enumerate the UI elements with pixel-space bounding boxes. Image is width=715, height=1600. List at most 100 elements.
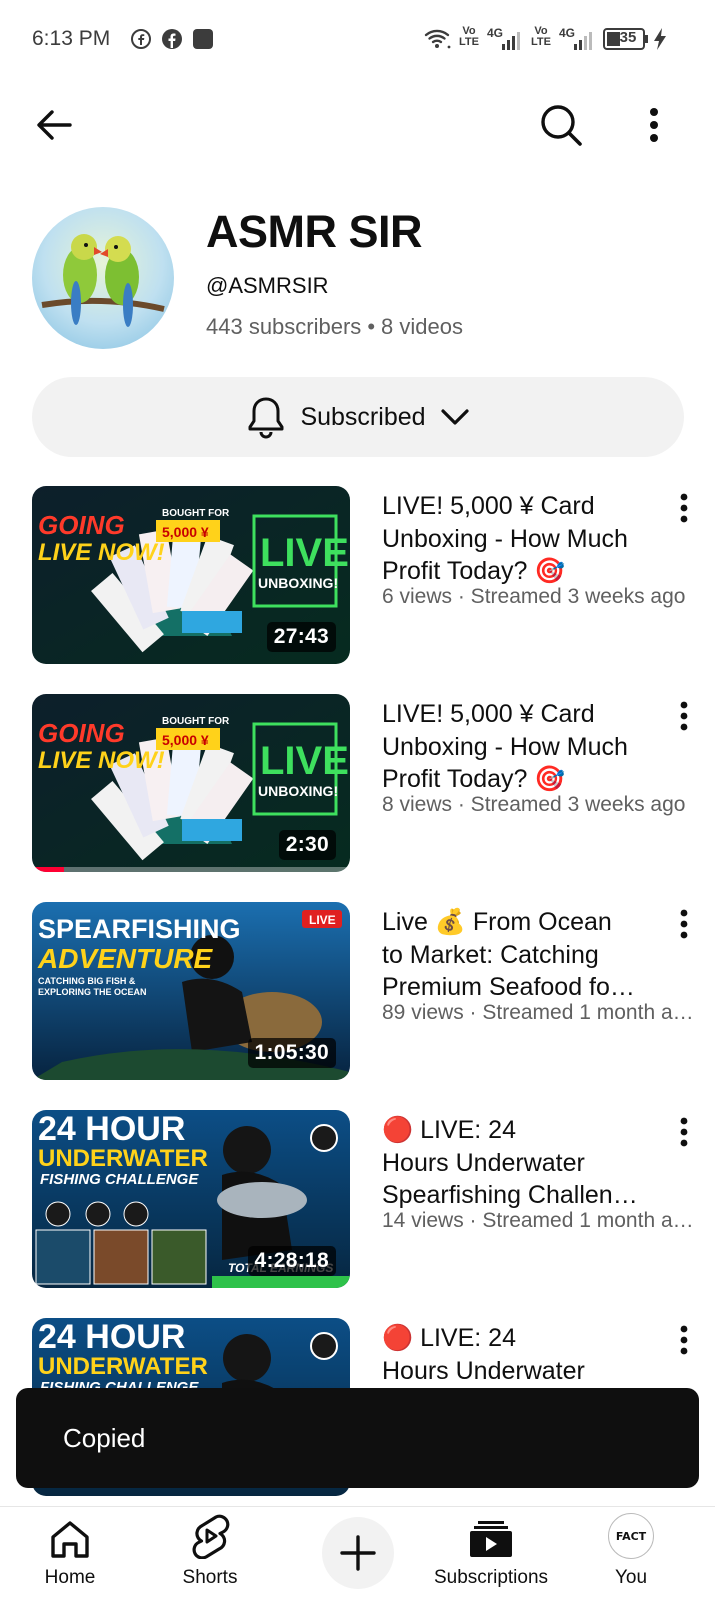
thumb-text: LIVE xyxy=(309,913,336,927)
subscriptions-icon xyxy=(470,1521,512,1557)
thumb-text: 5,000 ¥ xyxy=(162,732,209,748)
thumb-text: ADVENTURE xyxy=(37,943,214,974)
snackbar-message: Copied xyxy=(63,1422,146,1453)
video-thumbnail[interactable]: GOING LIVE NOW! BOUGHT FOR 5,000 ¥ LIVE … xyxy=(32,694,350,872)
thumb-text: EXPLORING THE OCEAN xyxy=(38,987,147,997)
nav-shorts-label: Shorts xyxy=(182,1567,238,1588)
video-item[interactable]: GOING LIVE NOW! BOUGHT FOR 5,000 ¥ LIVE … xyxy=(32,694,704,872)
video-more-button[interactable] xyxy=(664,694,704,738)
video-item[interactable]: 24 HOUR UNDERWATER FISHING CHALLENGE TOT… xyxy=(32,1110,704,1288)
top-app-bar xyxy=(0,90,715,160)
video-thumbnail[interactable]: LIVE SPEARFISHING ADVENTURE CATCHING BIG… xyxy=(32,902,350,1080)
title-line: LIVE! 5,000 ¥ Card xyxy=(382,700,595,728)
thumb-text: UNBOXING! xyxy=(258,575,338,591)
title-line: 🔴 LIVE: 24 xyxy=(382,1324,516,1352)
thumb-text: SPEARFISHING xyxy=(38,914,241,944)
channel-name: ASMR SIR xyxy=(206,206,423,257)
video-duration: 27:43 xyxy=(266,622,336,652)
thumb-text: 24 HOUR xyxy=(38,1110,185,1148)
nav-you-label: You xyxy=(614,1567,648,1588)
thumb-text: LIVE NOW! xyxy=(38,747,165,774)
thumb-text: BOUGHT FOR xyxy=(162,508,230,519)
thumb-text: LIVE xyxy=(260,739,349,783)
nav-you[interactable]: FACT You xyxy=(561,1507,701,1600)
video-duration: 4:28:18 xyxy=(247,1246,336,1276)
wifi-icon xyxy=(424,27,452,56)
shorts-icon xyxy=(192,1514,230,1559)
chevron-down-icon xyxy=(440,409,469,425)
video-title[interactable]: 🔴 LIVE: 24 Hours Underwater Spearfishing… xyxy=(382,1114,667,1212)
facebook-notification-icon xyxy=(130,28,152,55)
title-line: Profit Today? 🎯 xyxy=(382,557,566,585)
thumb-text: UNDERWATER xyxy=(38,1353,208,1380)
nav-subscriptions-label: Subscriptions xyxy=(433,1567,549,1588)
more-vertical-icon xyxy=(680,909,688,939)
profile-avatar-text: FACT xyxy=(615,1529,647,1543)
home-icon xyxy=(51,1521,89,1558)
subscribed-button[interactable]: Subscribed xyxy=(32,377,684,457)
create-button[interactable] xyxy=(322,1517,394,1589)
video-item[interactable]: LIVE SPEARFISHING ADVENTURE CATCHING BIG… xyxy=(32,902,704,1080)
video-more-button[interactable] xyxy=(664,902,704,946)
nav-home[interactable]: Home xyxy=(0,1507,140,1600)
title-line: Live 💰 From Ocean xyxy=(382,908,612,936)
video-more-button[interactable] xyxy=(664,1110,704,1154)
app-notification-icon xyxy=(192,28,214,55)
thumb-text: 24 HOUR xyxy=(38,1318,185,1356)
plus-icon xyxy=(340,1535,376,1571)
facebook-icon xyxy=(161,28,183,55)
title-line: Premium Seafood fo… xyxy=(382,973,635,1001)
more-options-button[interactable] xyxy=(624,90,684,160)
video-count: 8 videos xyxy=(381,314,463,339)
thumb-text: CATCHING BIG FISH & xyxy=(38,976,136,986)
video-item[interactable]: GOING LIVE NOW! BOUGHT FOR 5,000 ¥ LIVE … xyxy=(32,486,704,664)
title-line: Unboxing - How Much xyxy=(382,524,628,553)
charging-icon xyxy=(652,27,668,56)
thumb-text: GOING xyxy=(38,718,125,748)
thumb-text: LIVE xyxy=(260,531,349,575)
more-vertical-icon xyxy=(680,493,688,523)
title-line: to Market: Catching xyxy=(382,940,599,969)
video-meta: 14 views · Streamed 1 month ago xyxy=(382,1209,694,1232)
video-title[interactable]: Live 💰 From Ocean to Market: Catching Pr… xyxy=(382,906,667,1004)
channel-stats: 443 subscribers • 8 videos xyxy=(206,314,463,340)
subscriber-count: 443 subscribers xyxy=(206,314,362,339)
search-icon xyxy=(541,105,582,146)
watch-progress-bar xyxy=(32,867,350,872)
video-thumbnail[interactable]: 24 HOUR UNDERWATER FISHING CHALLENGE TOT… xyxy=(32,1110,350,1288)
video-thumbnail[interactable]: GOING LIVE NOW! BOUGHT FOR 5,000 ¥ LIVE … xyxy=(32,486,350,664)
watch-progress-fill xyxy=(32,867,64,872)
volte-2-label: Vo LTE xyxy=(531,25,551,48)
back-button[interactable] xyxy=(24,90,84,160)
more-vertical-icon xyxy=(680,701,688,731)
video-meta: 89 views · Streamed 1 month ago xyxy=(382,1001,694,1024)
separator: • xyxy=(367,314,376,339)
title-line: Spearfishing Challen… xyxy=(382,1181,638,1209)
bottom-navigation: Home Shorts Subscriptions FACT You xyxy=(0,1506,715,1600)
battery-level: 35 xyxy=(619,29,637,46)
video-meta: 6 views · Streamed 3 weeks ago xyxy=(382,585,686,608)
video-more-button[interactable] xyxy=(664,486,704,530)
more-vertical-icon xyxy=(650,108,658,142)
video-meta: 8 views · Streamed 3 weeks ago xyxy=(382,793,686,816)
signal-2-icon xyxy=(572,32,594,55)
thumb-text: FISHING CHALLENGE xyxy=(40,1171,199,1188)
bell-icon xyxy=(248,397,284,439)
nav-subscriptions[interactable]: Subscriptions xyxy=(421,1507,561,1600)
thumb-text: 5,000 ¥ xyxy=(162,524,209,540)
title-line: LIVE! 5,000 ¥ Card xyxy=(382,492,595,520)
nav-shorts[interactable]: Shorts xyxy=(140,1507,280,1600)
video-title[interactable]: LIVE! 5,000 ¥ Card Unboxing - How Much P… xyxy=(382,490,667,588)
video-more-button[interactable] xyxy=(664,1318,704,1362)
channel-avatar[interactable] xyxy=(32,207,174,349)
title-line: 🔴 LIVE: 24 xyxy=(382,1116,516,1144)
video-title[interactable]: LIVE! 5,000 ¥ Card Unboxing - How Much P… xyxy=(382,698,667,796)
nav-home-label: Home xyxy=(44,1567,96,1588)
thumb-text: LIVE NOW! xyxy=(38,539,165,566)
profile-avatar: FACT xyxy=(608,1513,654,1559)
title-line: Hours Underwater xyxy=(382,1356,585,1385)
more-vertical-icon xyxy=(680,1325,688,1355)
search-button[interactable] xyxy=(531,90,591,160)
arrow-left-icon xyxy=(37,110,72,140)
video-title[interactable]: 🔴 LIVE: 24 Hours Underwater xyxy=(382,1322,667,1387)
